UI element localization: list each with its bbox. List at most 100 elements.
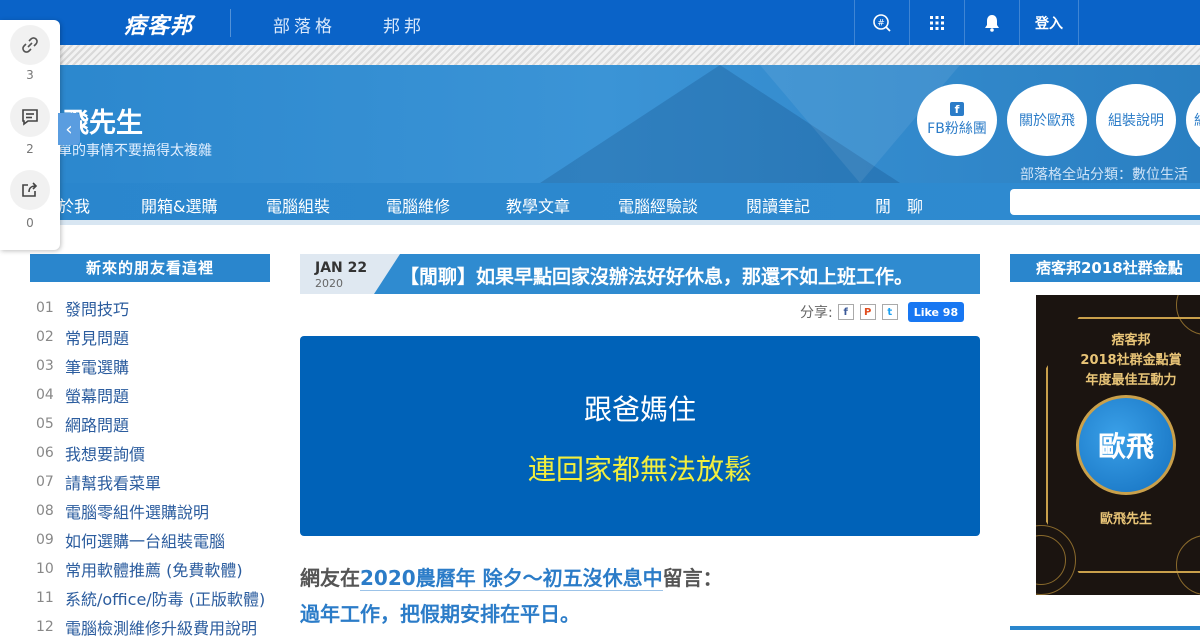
menu-repair[interactable]: 電腦維修: [386, 193, 450, 217]
sidebar-item-link[interactable]: 網路問題: [65, 412, 129, 436]
topbar-actions: # 登入: [854, 0, 1079, 45]
share-icon[interactable]: [10, 170, 50, 210]
sidebar-list-item[interactable]: 04 螢幕問題: [30, 380, 270, 409]
sidebar-item-number: 12: [36, 618, 54, 635]
share-count: 0: [26, 216, 34, 230]
pixnet-logo[interactable]: 痞客邦: [124, 8, 193, 40]
nav-blog[interactable]: 部落格: [273, 12, 336, 37]
sidebar-list: 01 發問技巧 02 常見問題 03 筆電選購 04 螢幕問題 05 網路問題 06 我想要詢價 07 請…: [30, 293, 270, 641]
post-month-day: JAN 22: [315, 260, 368, 276]
post-year: 2020: [315, 277, 343, 290]
blog-subtitle: 單的事情不要搞得太複雜: [58, 143, 212, 159]
hero-line-1: 跟爸媽住: [583, 393, 696, 426]
about-button[interactable]: 關於歐飛: [1007, 84, 1087, 156]
header-button-4-label: 組: [1194, 110, 1200, 130]
sidebar-list-item[interactable]: 12 電腦檢測維修升級費用說明: [30, 612, 270, 641]
post-body-line-1: 網友在2020農曆年 除夕～初五沒休息中留言：: [300, 562, 723, 591]
sidebar-list-item[interactable]: 07 請幫我看菜單: [30, 467, 270, 496]
login-button[interactable]: 登入: [1019, 0, 1079, 45]
search-input[interactable]: [1010, 189, 1200, 215]
sidebar-item-link[interactable]: 發問技巧: [65, 296, 129, 320]
blog-banner: 飛先生 單的事情不要搞得太複雜 f FB粉絲團 關於歐飛 組裝說明 組 部落格全…: [0, 65, 1200, 183]
sidebar-item-link[interactable]: 系統/office/防毒 (正版軟體): [65, 586, 265, 610]
menu-assembly[interactable]: 電腦組裝: [266, 193, 330, 217]
facebook-icon: f: [950, 102, 964, 116]
menu-tutorials[interactable]: 教學文章: [506, 193, 570, 217]
sidebar-list-item[interactable]: 01 發問技巧: [30, 293, 270, 322]
link-count: 3: [26, 68, 34, 82]
sidebar-list-item[interactable]: 10 常用軟體推薦 (免費軟體): [30, 554, 270, 583]
sidebar-item-link[interactable]: 螢幕問題: [65, 383, 129, 407]
right-sidebar-heading: 痞客邦2018社群金點: [1010, 254, 1200, 282]
fb-fanpage-label: FB粉絲團: [927, 121, 987, 137]
sidebar-item-number: 03: [36, 357, 54, 374]
sidebar-item-number: 07: [36, 473, 54, 490]
sidebar-list-item[interactable]: 06 我想要詢價: [30, 438, 270, 467]
sidebar-item-number: 05: [36, 415, 54, 432]
sidebar-item-link[interactable]: 如何選購一台組裝電腦: [65, 528, 225, 552]
blog-category[interactable]: 部落格全站分類：數位生活: [1020, 164, 1188, 183]
collapse-chevron-icon[interactable]: ‹: [58, 113, 80, 145]
blog-menu: 於我 開箱&選購 電腦組裝 電腦維修 教學文章 電腦經驗談 閱讀筆記 閒 聊: [0, 183, 1200, 220]
svg-text:#: #: [877, 18, 885, 28]
fb-fanpage-button[interactable]: f FB粉絲團: [917, 84, 997, 156]
menu-experience[interactable]: 電腦經驗談: [618, 193, 698, 217]
facebook-like-button[interactable]: Like 98: [907, 302, 965, 322]
sidebar-item-number: 10: [36, 560, 54, 577]
menu-about[interactable]: 於我: [58, 193, 90, 217]
grid-icon[interactable]: [909, 0, 964, 45]
plurk-share-icon[interactable]: P: [859, 304, 876, 320]
sidebar-item-number: 08: [36, 502, 54, 519]
sidebar-item-link[interactable]: 常用軟體推薦 (免費軟體): [65, 557, 243, 581]
sidebar-item-link[interactable]: 我想要詢價: [65, 441, 145, 465]
sidebar-item-number: 11: [36, 589, 54, 606]
sidebar-heading: 新來的朋友看這裡: [30, 254, 270, 282]
sidebar-item-link[interactable]: 筆電選購: [65, 354, 129, 378]
sidebar-item-link[interactable]: 電腦檢測維修升級費用說明: [65, 615, 257, 639]
twitter-share-icon[interactable]: t: [881, 304, 898, 320]
about-label: 關於歐飛: [1019, 113, 1075, 129]
nav-bangbang[interactable]: 邦邦: [383, 12, 425, 37]
sidebar-item-link[interactable]: 電腦零組件選購說明: [65, 499, 209, 523]
sidebar-list-item[interactable]: 11 系統/office/防毒 (正版軟體): [30, 583, 270, 612]
hero-line-2: 連回家都無法放鬆: [527, 453, 752, 486]
logo-divider: [230, 9, 231, 37]
header-button-4[interactable]: 組: [1186, 84, 1200, 156]
sidebar-item-link[interactable]: 常見問題: [65, 325, 129, 349]
body-link[interactable]: 2020農曆年 除夕～初五沒休息中: [360, 566, 663, 591]
post-header: JAN 22 2020 【閒聊】如果早點回家沒辦法好好休息，那還不如上班工作。: [300, 254, 980, 294]
sidebar-item-number: 01: [36, 299, 54, 316]
header-stripe: [0, 45, 1200, 65]
sidebar-list-item[interactable]: 05 網路問題: [30, 409, 270, 438]
menu-unboxing[interactable]: 開箱&選購: [141, 193, 217, 217]
sidebar-item-number: 02: [36, 328, 54, 345]
sidebar-list-item[interactable]: 09 如何選購一台組裝電腦: [30, 525, 270, 554]
sidebar-list-item[interactable]: 08 電腦零組件選購說明: [30, 496, 270, 525]
sidebar-item-number: 09: [36, 531, 54, 548]
sidebar-list-item[interactable]: 03 筆電選購: [30, 351, 270, 380]
floating-share-bar: 3 2 0: [0, 20, 60, 250]
sidebar-item-link[interactable]: 請幫我看菜單: [65, 470, 161, 494]
facebook-share-icon[interactable]: f: [837, 304, 854, 320]
sidebar-item-number: 04: [36, 386, 54, 403]
award-name: 歐飛先生: [1099, 512, 1152, 527]
assembly-guide-button[interactable]: 組裝說明: [1096, 84, 1176, 156]
sidebar-list-item[interactable]: 02 常見問題: [30, 322, 270, 351]
body-suffix: 留言：: [662, 566, 723, 590]
comment-count: 2: [26, 142, 34, 156]
share-row: 分享: f P t Like 98: [800, 302, 965, 322]
hashtag-search-icon[interactable]: #: [854, 0, 909, 45]
link-icon[interactable]: [10, 25, 50, 65]
award-badge-image[interactable]: 痞客邦 2018社群金點賞 年度最佳互動力 歐飛 歐飛先生: [1036, 295, 1200, 595]
comment-icon[interactable]: [10, 97, 50, 137]
award-circle: 歐飛: [1076, 395, 1176, 495]
post-body-line-2: 過年工作，把假期安排在平日。: [300, 602, 580, 626]
post-hero-image: 跟爸媽住 連回家都無法放鬆: [300, 336, 980, 536]
bell-icon[interactable]: [964, 0, 1019, 45]
award-line-1: 痞客邦: [1111, 333, 1151, 348]
menu-chat[interactable]: 閒 聊: [875, 193, 923, 217]
sidebar-item-number: 06: [36, 444, 54, 461]
award-line-3: 年度最佳互動力: [1085, 373, 1177, 388]
menu-reading[interactable]: 閱讀筆記: [746, 193, 810, 217]
post-title[interactable]: 【閒聊】如果早點回家沒辦法好好休息，那還不如上班工作。: [400, 262, 913, 289]
